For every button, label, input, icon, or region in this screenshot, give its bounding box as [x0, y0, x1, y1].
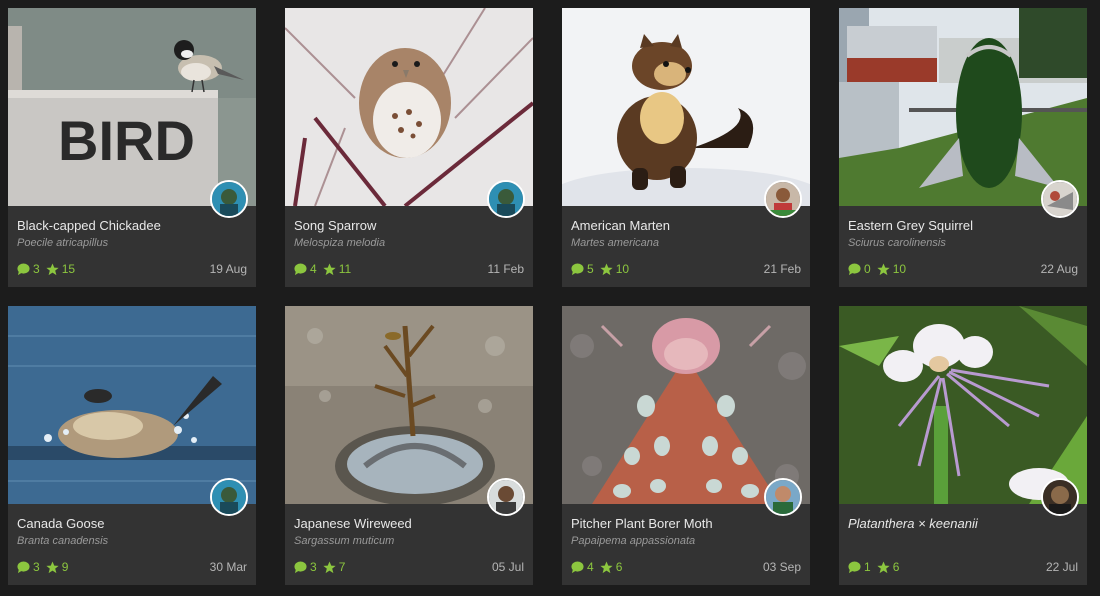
observation-date: 22 Jul	[1045, 560, 1078, 574]
fave-count: 7	[338, 560, 346, 574]
speech-bubble-icon	[294, 560, 307, 573]
user-avatar[interactable]	[487, 180, 525, 218]
scientific-name: Martes americana	[571, 237, 660, 249]
user-avatar[interactable]	[764, 180, 802, 218]
scientific-name: Melospiza melodia	[294, 237, 386, 249]
scientific-name: Branta canadensis	[17, 535, 109, 547]
observation-card[interactable]: American Marten Martes americana 5 10 21…	[562, 8, 810, 287]
common-name[interactable]: Canada Goose	[17, 516, 104, 531]
observation-grid: BIRD Black-capped Chickadee Poecile atri…	[0, 0, 1100, 596]
comment-count: 3	[310, 560, 317, 574]
observation-card[interactable]: Japanese Wireweed Sargassum muticum 3 7 …	[285, 306, 533, 585]
observation-stats: 5 10	[571, 261, 635, 277]
observation-photo[interactable]	[839, 306, 1087, 504]
comment-count: 4	[310, 262, 317, 276]
speech-bubble-icon	[294, 262, 307, 275]
fave-count: 6	[615, 560, 623, 574]
observation-photo[interactable]	[8, 306, 256, 504]
common-name[interactable]: Song Sparrow	[294, 218, 376, 233]
scientific-name: Sargassum muticum	[294, 535, 395, 547]
speech-bubble-icon	[848, 560, 861, 573]
star-icon	[600, 262, 613, 275]
observation-photo[interactable]	[839, 8, 1087, 206]
star-icon	[877, 262, 890, 275]
star-icon	[46, 560, 59, 573]
star-icon	[600, 560, 613, 573]
observation-date: 22 Aug	[1040, 262, 1078, 276]
scientific-name: Poecile atricapillus	[17, 237, 109, 249]
scientific-name: Sciurus carolinensis	[848, 237, 946, 249]
user-avatar[interactable]	[210, 180, 248, 218]
observation-date: 05 Jul	[491, 560, 524, 574]
common-name[interactable]: Platanthera × keenanii	[848, 516, 978, 531]
observation-card[interactable]: Canada Goose Branta canadensis 3 9 30 Ma…	[8, 306, 256, 585]
observation-stats: 4 6	[571, 559, 628, 575]
fave-count: 15	[61, 262, 76, 276]
observation-card[interactable]: Song Sparrow Melospiza melodia 4 11 11 F…	[285, 8, 533, 287]
star-icon	[877, 560, 890, 573]
common-name[interactable]: Pitcher Plant Borer Moth	[571, 516, 713, 531]
comment-count: 0	[864, 262, 871, 276]
observation-date: 30 Mar	[209, 560, 247, 574]
observation-stats: 3 15	[17, 261, 81, 277]
star-icon	[46, 262, 59, 275]
user-avatar[interactable]	[1041, 180, 1079, 218]
speech-bubble-icon	[17, 560, 30, 573]
fave-count: 11	[338, 262, 352, 276]
comment-count: 3	[33, 262, 40, 276]
observation-photo[interactable]	[285, 8, 533, 206]
common-name[interactable]: Eastern Grey Squirrel	[848, 218, 973, 233]
scientific-name: Papaipema appassionata	[571, 535, 696, 547]
observation-stats: 3 9	[17, 559, 74, 575]
user-avatar[interactable]	[764, 478, 802, 516]
observation-card[interactable]: Eastern Grey Squirrel Sciurus carolinens…	[839, 8, 1087, 287]
comment-count: 5	[587, 262, 594, 276]
observation-photo[interactable]: BIRD	[8, 8, 256, 206]
common-name[interactable]: American Marten	[571, 218, 670, 233]
star-icon	[323, 262, 336, 275]
common-name[interactable]: Black-capped Chickadee	[17, 218, 161, 233]
observation-stats: 4 11	[294, 261, 357, 277]
star-icon	[323, 560, 336, 573]
speech-bubble-icon	[17, 262, 30, 275]
comment-count: 1	[864, 560, 871, 574]
observation-photo[interactable]	[285, 306, 533, 504]
speech-bubble-icon	[571, 560, 584, 573]
fave-count: 9	[61, 560, 69, 574]
observation-card[interactable]: Pitcher Plant Borer Moth Papaipema appas…	[562, 306, 810, 585]
user-avatar[interactable]	[210, 478, 248, 516]
observation-card[interactable]: BIRD Black-capped Chickadee Poecile atri…	[8, 8, 256, 287]
comment-count: 4	[587, 560, 594, 574]
fave-count: 10	[892, 262, 907, 276]
common-name[interactable]: Japanese Wireweed	[294, 516, 412, 531]
user-avatar[interactable]	[487, 478, 525, 516]
observation-stats: 3 7	[294, 559, 351, 575]
observation-date: 03 Sep	[762, 560, 801, 574]
fave-count: 10	[615, 262, 630, 276]
sign-text: BIRD	[58, 109, 195, 172]
observation-date: 21 Feb	[763, 262, 801, 276]
observation-date: 19 Aug	[209, 262, 247, 276]
observation-photo[interactable]	[562, 8, 810, 206]
observation-stats: 0 10	[848, 261, 912, 277]
observation-stats: 1 6	[848, 559, 905, 575]
fave-count: 6	[892, 560, 900, 574]
speech-bubble-icon	[571, 262, 584, 275]
observation-photo[interactable]	[562, 306, 810, 504]
comment-count: 3	[33, 560, 40, 574]
user-avatar[interactable]	[1041, 478, 1079, 516]
observation-date: 11 Feb	[487, 262, 524, 276]
observation-card[interactable]: Platanthera × keenanii 1 6 22 Jul	[839, 306, 1087, 585]
speech-bubble-icon	[848, 262, 861, 275]
